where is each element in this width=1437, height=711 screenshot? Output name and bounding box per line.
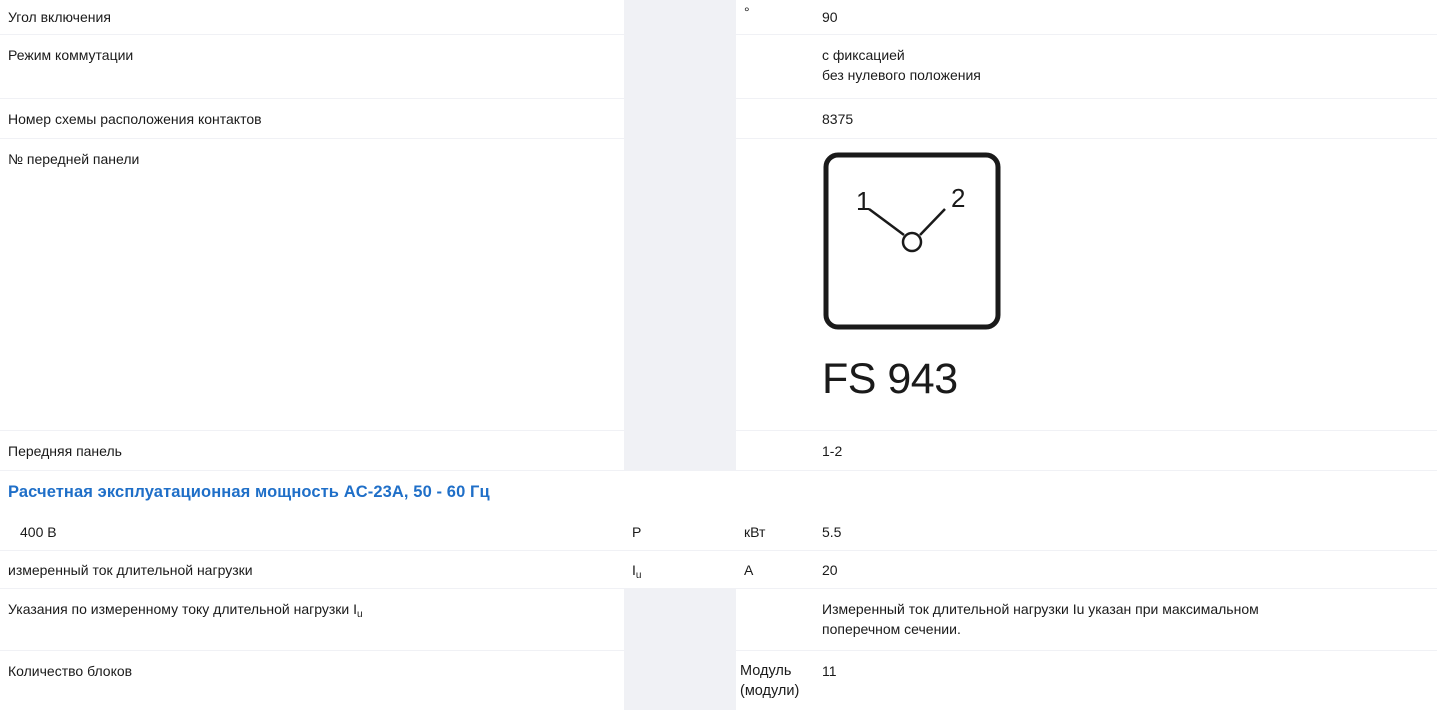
symbol-power-400: P [624, 512, 736, 551]
symbol-current-note [624, 588, 736, 651]
value-current-note-line1: Измеренный ток длительной нагрузки Iu ук… [822, 600, 1259, 617]
value-switching-mode-line1: с фиксацией [822, 46, 905, 63]
switch-position-diagram: 1 2 [823, 152, 1001, 329]
label-front-panel-no: № передней панели [0, 138, 624, 431]
label-rated-current: измеренный ток длительной нагрузки [0, 550, 624, 589]
symbol-blocks [624, 650, 736, 711]
label-switching-mode: Режим коммутации [0, 34, 624, 99]
row-current-note: Указания по измеренному току длительной … [0, 588, 1437, 651]
position-arm-right [919, 207, 946, 236]
unit-contact-scheme [736, 98, 814, 139]
symbol-switching-mode [624, 34, 736, 99]
unit-front-panel [736, 430, 814, 471]
row-power-400: 400 В P кВт 5.5 [0, 512, 1437, 551]
value-blocks: 11 [814, 650, 1437, 711]
label-contact-scheme: Номер схемы расположения контактов [0, 98, 624, 139]
label-blocks: Количество блоков [0, 650, 624, 711]
label-power-400: 400 В [0, 512, 624, 551]
value-current-note-line2: поперечном сечении. [822, 620, 961, 637]
value-contact-scheme: 8375 [814, 98, 1437, 139]
value-rated-current: 20 [814, 550, 1437, 589]
symbol-front-panel-no [624, 138, 736, 431]
symbol-contact-scheme [624, 98, 736, 139]
pivot-circle [901, 231, 923, 252]
unit-blocks: Модуль (модули) [736, 650, 814, 711]
value-power-400: 5.5 [814, 512, 1437, 551]
row-contact-scheme: Номер схемы расположения контактов 8375 [0, 98, 1437, 139]
value-switching-mode-line2: без нулевого положения [822, 66, 981, 83]
row-rated-current: измеренный ток длительной нагрузки Iu A … [0, 550, 1437, 589]
front-panel-diagram: 1 2 FS 943 [814, 138, 1437, 431]
symbol-rated-current: Iu [624, 550, 736, 589]
section-title: Расчетная эксплуатационная мощность AC-2… [8, 482, 490, 501]
unit-switch-angle: ° [736, 0, 814, 35]
label-current-note-main: Указания по измеренному току длительной … [8, 600, 357, 617]
value-front-panel: 1-2 [814, 430, 1437, 471]
front-panel-code: FS 943 [822, 354, 958, 403]
section-title-cell: Расчетная эксплуатационная мощность AC-2… [0, 470, 814, 513]
label-switch-angle: Угол включения [0, 0, 624, 35]
value-current-note: Измеренный ток длительной нагрузки Iu ук… [814, 588, 1437, 651]
row-section-header: Расчетная эксплуатационная мощность AC-2… [0, 470, 1437, 513]
symbol-switch-angle [624, 0, 736, 35]
unit-switching-mode [736, 34, 814, 99]
position-label-1: 1 [856, 186, 870, 216]
label-current-note: Указания по измеренному току длительной … [0, 588, 624, 651]
unit-front-panel-no [736, 138, 814, 431]
value-switching-mode: с фиксацией без нулевого положения [814, 34, 1437, 99]
position-arm-left [868, 207, 905, 236]
row-switching-mode: Режим коммутации с фиксацией без нулевог… [0, 34, 1437, 99]
unit-rated-current: A [736, 550, 814, 589]
label-current-note-sub: u [357, 608, 363, 620]
unit-blocks-line1: Модуль [740, 662, 792, 679]
label-front-panel: Передняя панель [0, 430, 624, 471]
symbol-front-panel [624, 430, 736, 471]
row-switch-angle: Угол включения ° 90 [0, 0, 1437, 35]
unit-power-400: кВт [736, 512, 814, 551]
section-empty-cell [814, 470, 1437, 513]
value-switch-angle: 90 [814, 0, 1437, 35]
unit-blocks-line2: (модули) [740, 682, 800, 699]
row-front-panel-no: № передней панели 1 2 FS 943 [0, 138, 1437, 431]
spec-table: Угол включения ° 90 Режим коммутации с ф… [0, 0, 1437, 711]
row-blocks: Количество блоков Модуль (модули) 11 [0, 650, 1437, 711]
position-label-2: 2 [951, 183, 965, 213]
unit-current-note [736, 588, 814, 651]
row-front-panel: Передняя панель 1-2 [0, 430, 1437, 471]
symbol-rated-current-sub: u [635, 569, 642, 581]
